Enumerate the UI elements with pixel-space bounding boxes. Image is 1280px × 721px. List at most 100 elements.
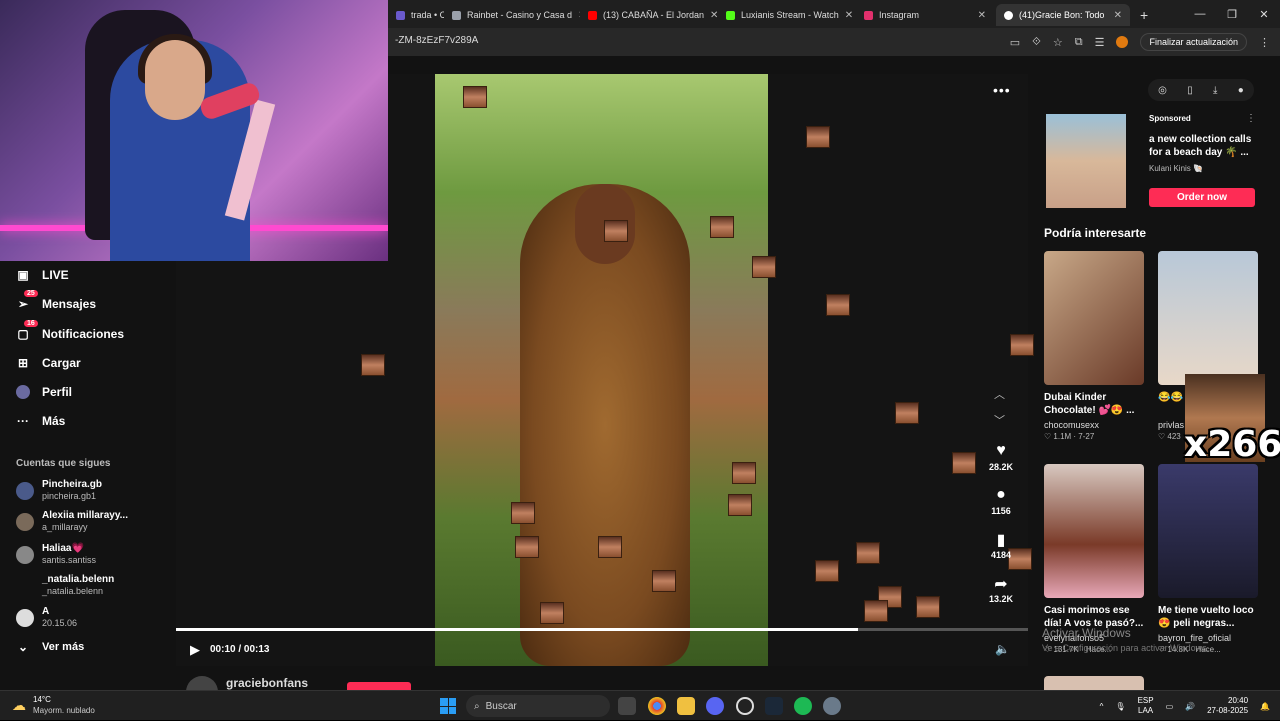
- messages-badge: 25: [24, 290, 38, 297]
- coins-icon[interactable]: ◎: [1158, 85, 1167, 96]
- profile-avatar-icon[interactable]: [1116, 36, 1129, 48]
- menu-icon[interactable]: ⋮: [1259, 36, 1270, 49]
- author-name[interactable]: graciebonfans: [226, 676, 308, 690]
- account-handle: _natalia.belenn: [42, 586, 104, 596]
- update-button[interactable]: Finalizar actualización: [1140, 33, 1247, 51]
- network-icon[interactable]: ▭: [1166, 702, 1174, 711]
- recommended-card[interactable]: Dubai Kinder Chocolate! 💕😍 ... chocomusex…: [1044, 251, 1144, 441]
- sidebar-item-upload[interactable]: ⊞ Cargar: [16, 356, 81, 370]
- order-now-button[interactable]: Order now: [1149, 188, 1255, 207]
- account-handle: a_millarayy: [42, 522, 88, 532]
- speaker-icon[interactable]: 🔊: [1185, 702, 1195, 711]
- obs-icon[interactable]: [736, 697, 754, 715]
- url-field[interactable]: -ZM-8zEzF7v289A: [395, 35, 478, 46]
- notifications-bell-icon[interactable]: 🔔: [1260, 702, 1270, 711]
- see-more-button[interactable]: ⌄ Ver más: [16, 640, 84, 654]
- follow-button[interactable]: [347, 682, 411, 690]
- reading-list-icon[interactable]: ☰: [1095, 36, 1105, 49]
- following-account[interactable]: Pincheira.gb pincheira.gb1: [16, 479, 102, 502]
- file-explorer-icon[interactable]: [677, 697, 695, 715]
- comment-button[interactable]: ● 1156: [984, 486, 1018, 516]
- sidebar-item-messages[interactable]: ➢ 25 Mensajes: [16, 290, 96, 311]
- like-button[interactable]: ♥ 28.2K: [984, 442, 1018, 472]
- translate-icon[interactable]: ⟐: [1032, 36, 1041, 49]
- download-icon[interactable]: ⤓: [1213, 85, 1217, 96]
- sponsored-image[interactable]: [1046, 114, 1126, 208]
- close-window-button[interactable]: ✕: [1248, 8, 1280, 21]
- windows-activation-sub: Ve a Configuración para activar Windows.: [1042, 643, 1210, 653]
- close-icon[interactable]: ✕: [710, 10, 718, 21]
- emote-sticker: [511, 502, 535, 524]
- profile-icon: [16, 385, 30, 399]
- browser-tab-3[interactable]: (13) CABAÑA - El Jordan ✕: [580, 4, 718, 26]
- sidebar-item-notifications[interactable]: ▢ 16 Notificaciones: [16, 320, 124, 341]
- cast-icon[interactable]: ▭: [1010, 36, 1020, 49]
- maximize-button[interactable]: ❐: [1216, 8, 1248, 21]
- extensions-icon[interactable]: ⧉: [1075, 36, 1083, 49]
- steam-icon[interactable]: [765, 697, 783, 715]
- ad-brand[interactable]: Kulani Kinis 🐚: [1149, 164, 1203, 173]
- tab-label: Rainbet - Casino y Casa d: [467, 10, 573, 20]
- microphone-icon[interactable]: 🎙: [1115, 702, 1125, 711]
- following-account[interactable]: Haliaa💗 santis.santiss: [16, 543, 96, 566]
- user-avatar-icon[interactable]: ●: [1238, 85, 1244, 96]
- account-name: Alexiia millarayy...: [42, 510, 128, 521]
- close-icon[interactable]: ✕: [845, 10, 853, 21]
- avatar: [16, 512, 34, 531]
- weather-icon[interactable]: ☁: [12, 697, 26, 714]
- close-icon[interactable]: ✕: [1114, 10, 1122, 21]
- close-icon[interactable]: ✕: [978, 10, 986, 21]
- play-icon[interactable]: ▶: [190, 642, 200, 658]
- recommended-card[interactable]: Me tiene vuelto loco 😍 peli negras... bay…: [1158, 464, 1258, 654]
- settings-gear-icon[interactable]: [823, 697, 841, 715]
- bookmark-button[interactable]: ▮ 4184: [984, 530, 1018, 560]
- video-frame[interactable]: [435, 74, 768, 666]
- weather-desc[interactable]: Mayorm. nublado: [33, 706, 95, 715]
- minimize-button[interactable]: —: [1184, 8, 1216, 20]
- language-indicator[interactable]: ESP LAA: [1138, 696, 1154, 716]
- chrome-icon[interactable]: [648, 697, 666, 715]
- account-handle: 20.15.06: [42, 618, 78, 628]
- taskbar-search[interactable]: ⌕ Buscar: [466, 695, 610, 717]
- chevron-down-icon[interactable]: ﹀: [994, 412, 1005, 428]
- new-tab-button[interactable]: +: [1132, 4, 1154, 26]
- emote-sticker: [815, 560, 839, 582]
- instagram-icon: [864, 10, 873, 20]
- volume-icon[interactable]: 🔈: [995, 642, 1010, 656]
- following-account[interactable]: A 20.15.06: [16, 606, 77, 629]
- taskbar: ☁ 14°C Mayorm. nublado ⌕ Buscar ^ 🎙 ESP LA…: [0, 690, 1280, 720]
- browser-tab-4[interactable]: Luxianis Stream - Watch ✕: [718, 4, 856, 26]
- browser-tab-2[interactable]: Rainbet - Casino y Casa d✕: [444, 4, 580, 26]
- emote-sticker: [1010, 334, 1034, 356]
- windows-start-icon[interactable]: [440, 698, 456, 714]
- bookmark-star-icon[interactable]: ☆: [1053, 36, 1063, 49]
- ad-more-icon[interactable]: ⋮: [1246, 113, 1256, 124]
- browser-tab-5[interactable]: Instagram ✕: [856, 4, 994, 26]
- task-view-icon[interactable]: [618, 697, 636, 715]
- clock[interactable]: 20:40 27-08-2025: [1207, 696, 1248, 716]
- following-account[interactable]: Alexiia millarayy... a_millarayy: [16, 510, 128, 533]
- share-button[interactable]: ➦ 13.2K: [984, 574, 1018, 604]
- sidebar-item-live[interactable]: ▣ LIVE: [16, 268, 68, 282]
- card-thumbnail[interactable]: [1044, 676, 1144, 690]
- discord-icon[interactable]: [706, 697, 724, 715]
- tray-chevron-icon[interactable]: ^: [1100, 702, 1104, 711]
- tab-favicon-icon: [396, 10, 405, 20]
- video-progress-bar[interactable]: [176, 628, 1028, 631]
- weather-temp[interactable]: 14°C: [33, 695, 51, 704]
- browser-tab-active[interactable]: (41)Gracie Bon: Todo ✕: [996, 4, 1130, 26]
- search-icon: ⌕: [474, 700, 480, 712]
- video-more-options-icon[interactable]: •••: [993, 82, 1011, 98]
- sidebar-item-profile[interactable]: Perfil: [16, 385, 72, 399]
- ad-text[interactable]: a new collection calls for a beach day 🌴…: [1149, 133, 1259, 159]
- chevron-up-icon[interactable]: ︿: [994, 386, 1005, 402]
- following-account[interactable]: _natalia.belenn _natalia.belenn: [16, 574, 114, 597]
- device-icon[interactable]: ▯: [1187, 85, 1193, 96]
- sidebar-item-more[interactable]: ··· Más: [16, 414, 65, 428]
- card-thumbnail: [1158, 464, 1258, 598]
- browser-tab-1[interactable]: trada • C✕: [388, 4, 444, 26]
- webcam-overlay: [0, 0, 388, 261]
- notifications-badge: 16: [24, 320, 38, 327]
- clock-time: 20:40: [1228, 696, 1249, 705]
- spotify-icon[interactable]: [794, 697, 812, 715]
